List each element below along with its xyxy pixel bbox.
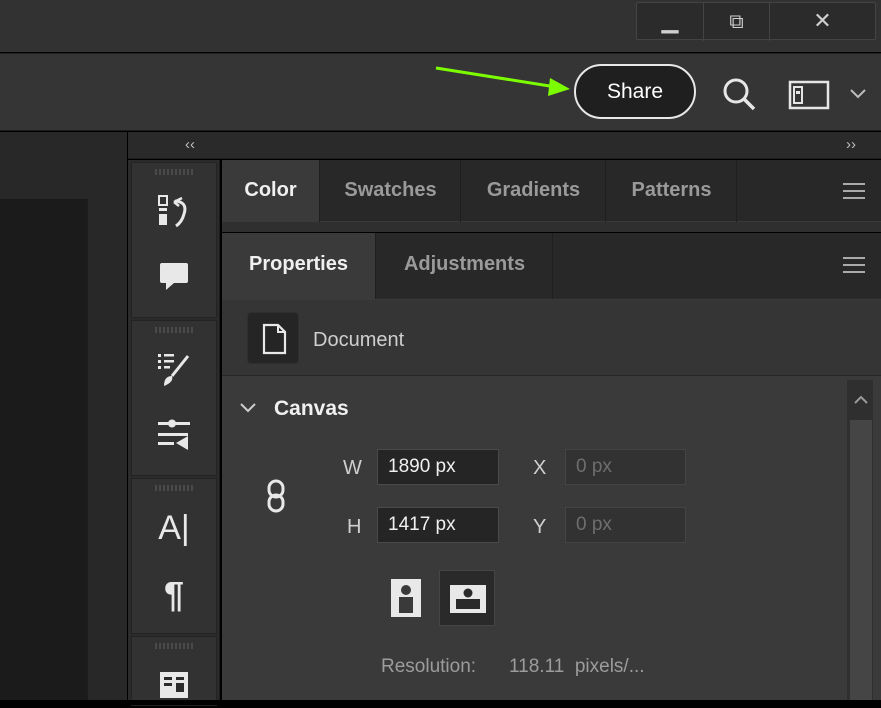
height-label: H	[347, 516, 362, 538]
portrait-orientation-button[interactable]	[384, 574, 430, 620]
y-field[interactable]: 0 px	[565, 507, 686, 543]
restore-icon: ⧉	[729, 11, 744, 33]
properties-panel-tabs: Properties Adjustments	[222, 233, 881, 299]
tab-swatches[interactable]: Swatches	[321, 160, 461, 222]
landscape-orientation-icon	[450, 585, 486, 613]
grip-handle[interactable]	[155, 169, 193, 175]
width-label: W	[343, 457, 362, 479]
portrait-orientation-icon	[391, 579, 421, 617]
paragraph-icon[interactable]: ¶	[154, 575, 194, 615]
width-field[interactable]: 1890 px	[377, 449, 499, 485]
close-icon: ✕	[813, 8, 832, 33]
x-label: X	[533, 457, 547, 479]
brush-settings-icon[interactable]	[154, 350, 194, 390]
grip-handle[interactable]	[155, 485, 193, 491]
workspace-icon[interactable]	[788, 80, 830, 110]
resolution-value: 118.11 pixels/...	[509, 656, 645, 677]
color-panel-tabs: Color Swatches Gradients Patterns	[222, 160, 881, 222]
grip-handle[interactable]	[155, 327, 193, 333]
restore-button[interactable]: ⧉	[703, 3, 769, 41]
x-field[interactable]: 0 px	[565, 449, 686, 485]
minimize-button[interactable]: ▁	[637, 3, 703, 41]
properties-panel-menu-icon[interactable]	[843, 257, 865, 273]
scrollbar-thumb[interactable]	[850, 420, 872, 700]
tab-color[interactable]: Color	[222, 160, 320, 222]
history-icon[interactable]	[154, 192, 194, 232]
color-panel-menu-icon[interactable]	[843, 183, 865, 199]
height-field[interactable]: 1417 px	[377, 507, 499, 543]
document-icon-box	[247, 312, 299, 364]
resolution-label: Resolution:	[381, 656, 477, 677]
document-canvas-area[interactable]	[0, 199, 87, 700]
panel-collapse-bar: ‹‹ ››	[128, 132, 881, 159]
search-icon[interactable]	[721, 76, 757, 112]
collapse-right-icon[interactable]: ››	[846, 136, 856, 153]
tab-gradients[interactable]: Gradients	[462, 160, 606, 222]
y-label: Y	[533, 516, 547, 538]
scroll-up-icon[interactable]	[852, 393, 870, 407]
window-controls: ▁ ⧉ ✕	[636, 2, 876, 41]
close-button[interactable]: ✕	[769, 3, 875, 41]
minimize-icon: ▁	[661, 8, 679, 33]
comment-icon[interactable]	[154, 256, 194, 296]
link-icon[interactable]	[264, 478, 288, 516]
character-icon[interactable]: A|	[154, 508, 194, 548]
share-button[interactable]: Share	[574, 64, 696, 119]
grip-handle[interactable]	[155, 643, 193, 649]
document-label: Document	[313, 329, 405, 351]
tab-adjustments[interactable]: Adjustments	[377, 233, 553, 299]
chevron-down-icon[interactable]	[238, 400, 258, 416]
tab-patterns[interactable]: Patterns	[607, 160, 737, 222]
annotation-arrow	[435, 66, 570, 96]
canvas-section-title[interactable]: Canvas	[274, 397, 349, 421]
tool-presets-icon[interactable]	[154, 414, 194, 454]
workspace-scroll-strip	[87, 199, 127, 700]
screen-border	[0, 700, 881, 705]
chevron-down-icon[interactable]	[848, 86, 868, 100]
tab-properties[interactable]: Properties	[222, 233, 376, 299]
landscape-orientation-button[interactable]	[439, 570, 495, 626]
document-icon	[262, 323, 287, 355]
collapse-left-icon[interactable]: ‹‹	[185, 136, 195, 153]
